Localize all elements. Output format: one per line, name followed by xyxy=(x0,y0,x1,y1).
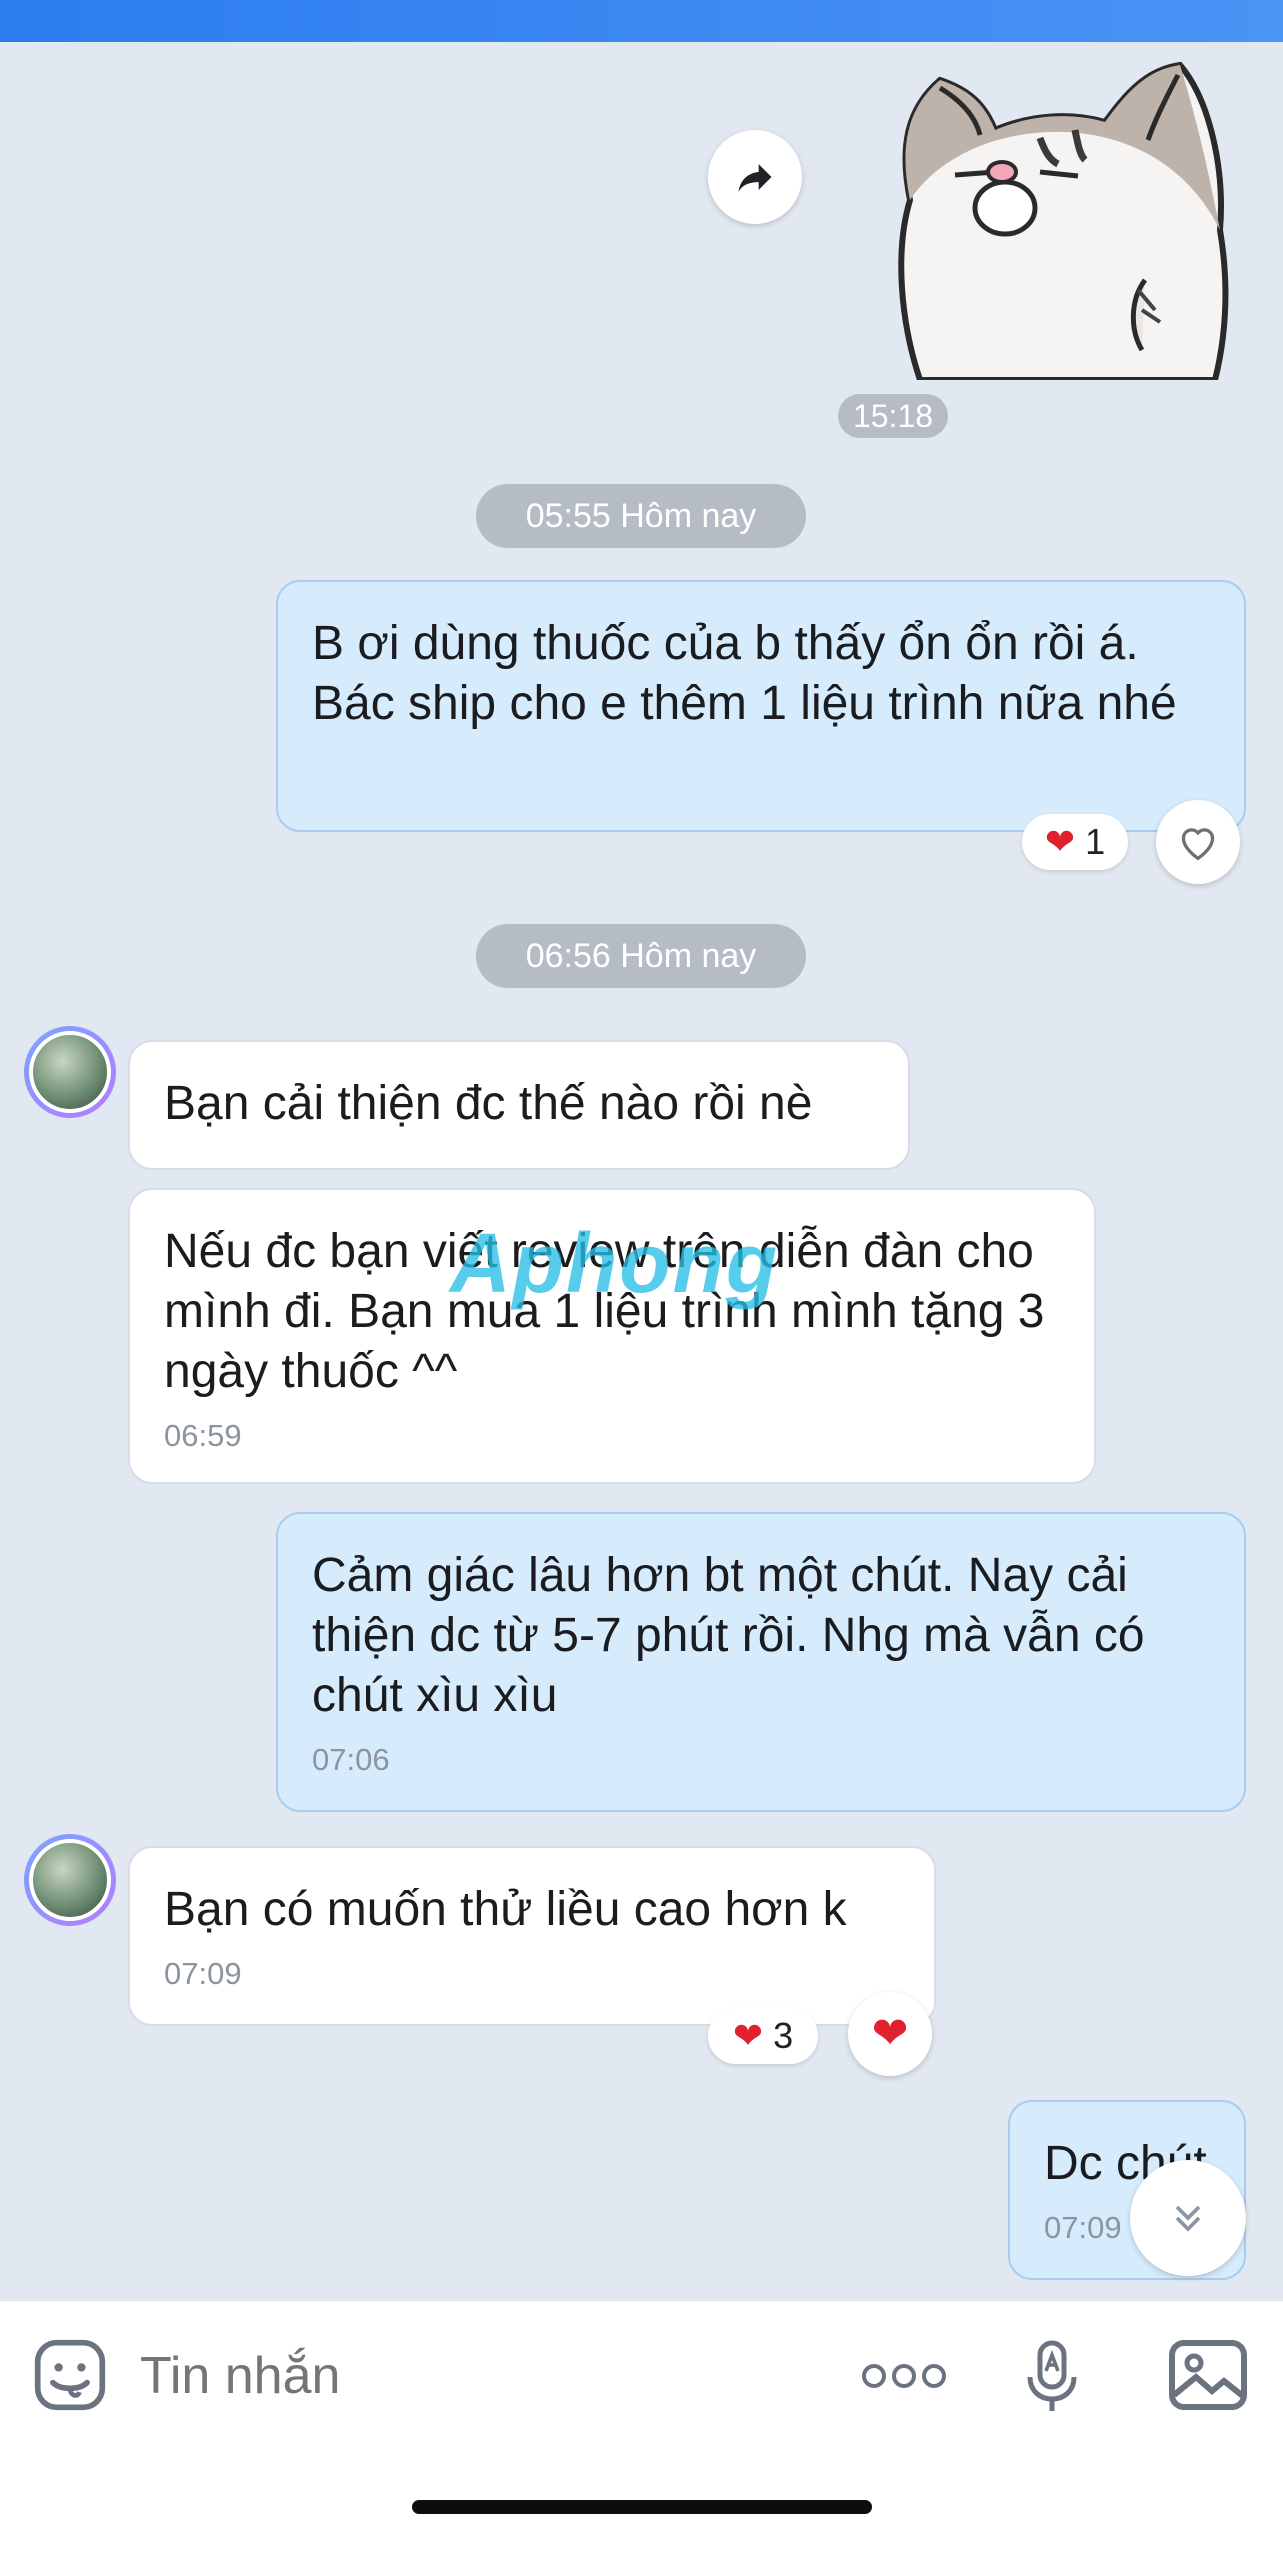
react-button[interactable]: ❤ xyxy=(848,1992,932,2076)
reaction-count: 3 xyxy=(773,2015,794,2056)
sticker-time: 15:18 xyxy=(838,394,948,438)
message-input[interactable] xyxy=(138,2337,802,2415)
forward-button[interactable] xyxy=(708,130,802,224)
contact-avatar[interactable] xyxy=(24,1026,116,1118)
date-divider: 06:56 Hôm nay xyxy=(476,924,806,988)
heart-outline-icon xyxy=(1181,828,1215,861)
voice-message-button[interactable] xyxy=(1022,2337,1082,2417)
message-text: B ơi dùng thuốc của b thấy ổn ổn rồi á. … xyxy=(312,617,1177,730)
reaction-count-badge[interactable]: ❤ 3 xyxy=(708,2008,818,2064)
more-options-button[interactable] xyxy=(862,2359,946,2393)
date-divider: 05:55 Hôm nay xyxy=(476,484,806,548)
sticker-button[interactable] xyxy=(32,2337,108,2413)
react-button[interactable] xyxy=(1156,800,1240,884)
incoming-message[interactable]: Bạn có muốn thử liều cao hơn k 07:09 xyxy=(128,1846,936,2026)
more-dots-icon xyxy=(862,2364,946,2388)
message-text: Cảm giác lâu hơn bt một chút. Nay cải th… xyxy=(312,1549,1145,1722)
avatar-photo xyxy=(29,1839,111,1921)
top-header-bar xyxy=(0,0,1283,42)
watermark-logo: Aphong xyxy=(450,1218,830,1308)
message-time: 07:06 xyxy=(312,1742,390,1777)
watermark-text: Aphong xyxy=(450,1216,780,1310)
message-text: Bạn cải thiện đc thế nào rồi nè xyxy=(164,1077,813,1130)
incoming-message[interactable]: Bạn cải thiện đc thế nào rồi nè xyxy=(128,1040,910,1170)
message-time: 06:59 xyxy=(164,1418,242,1453)
home-indicator xyxy=(412,2500,872,2514)
double-chevron-down-icon xyxy=(1175,2205,1201,2232)
heart-icon: ❤ xyxy=(732,2015,764,2056)
reaction-count-badge[interactable]: ❤ 1 xyxy=(1022,814,1128,870)
outgoing-message[interactable]: Cảm giác lâu hơn bt một chút. Nay cải th… xyxy=(276,1512,1246,1812)
microphone-icon xyxy=(1027,2340,1077,2411)
image-icon xyxy=(1169,2340,1247,2410)
message-time: 07:09 xyxy=(164,1956,242,1991)
reaction-count: 1 xyxy=(1085,821,1106,862)
forward-arrow-icon xyxy=(738,164,772,192)
cat-sticker[interactable] xyxy=(880,60,1240,383)
contact-avatar[interactable] xyxy=(24,1834,116,1926)
photo-button[interactable] xyxy=(1168,2339,1248,2411)
scroll-to-bottom-button[interactable] xyxy=(1130,2160,1246,2276)
heart-filled-icon: ❤ xyxy=(871,2009,909,2058)
outgoing-message[interactable]: B ơi dùng thuốc của b thấy ổn ổn rồi á. … xyxy=(276,580,1246,832)
heart-icon: ❤ xyxy=(1044,821,1076,862)
avatar-photo xyxy=(29,1031,111,1113)
message-text: Bạn có muốn thử liều cao hơn k xyxy=(164,1883,847,1936)
smiley-icon xyxy=(34,2339,106,2411)
